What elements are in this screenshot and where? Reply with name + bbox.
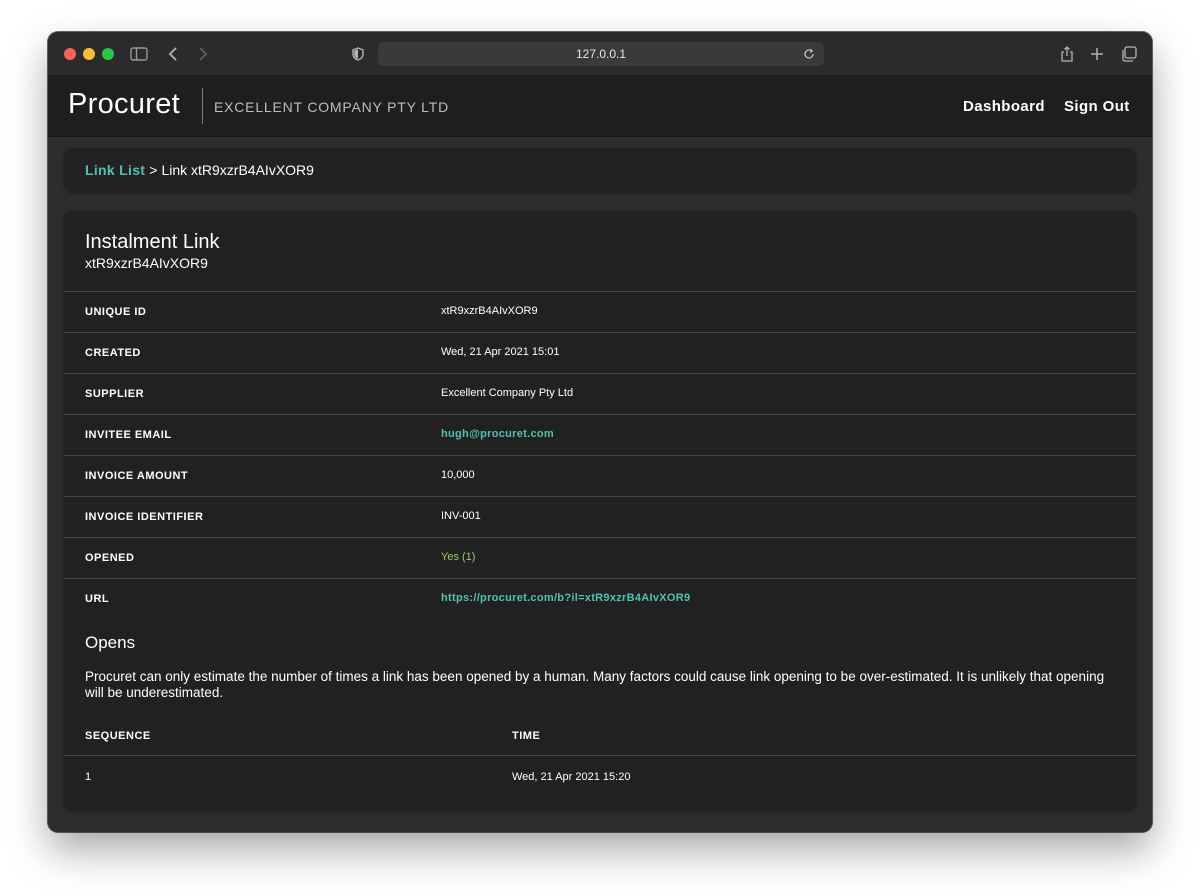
detail-row-url: URL https://procuret.com/b?il=xtR9xzrB4A… bbox=[64, 578, 1136, 619]
breadcrumb-link-list[interactable]: Link List bbox=[85, 162, 145, 178]
share-icon[interactable] bbox=[1056, 43, 1078, 65]
app-header: Procuret EXCELLENT COMPANY PTY LTD Dashb… bbox=[48, 76, 1152, 137]
detail-label: OPENED bbox=[85, 552, 135, 564]
invitee-email-link[interactable]: hugh@procuret.com bbox=[441, 428, 554, 440]
close-window-button[interactable] bbox=[64, 48, 76, 60]
breadcrumb-separator: > bbox=[149, 162, 158, 178]
detail-label: CREATED bbox=[85, 347, 141, 359]
detail-row-supplier: SUPPLIER Excellent Company Pty Ltd bbox=[64, 373, 1136, 414]
detail-row-created: CREATED Wed, 21 Apr 2021 15:01 bbox=[64, 332, 1136, 373]
dashboard-link[interactable]: Dashboard bbox=[963, 98, 1045, 115]
address-bar[interactable]: 127.0.0.1 bbox=[378, 42, 824, 66]
opens-heading: Opens bbox=[85, 633, 136, 652]
detail-value: Excellent Company Pty Ltd bbox=[441, 387, 574, 399]
reload-icon[interactable] bbox=[800, 45, 818, 63]
opens-table-header: SEQUENCE TIME bbox=[64, 715, 1136, 756]
detail-row-unique-id: UNIQUE ID xtR9xzrB4AIvXOR9 bbox=[64, 291, 1136, 332]
breadcrumb-current: Link xtR9xzrB4AIvXOR9 bbox=[161, 162, 314, 178]
detail-value: 10,000 bbox=[441, 469, 475, 481]
card-subtitle: xtR9xzrB4AIvXOR9 bbox=[85, 255, 208, 271]
address-url: 127.0.0.1 bbox=[575, 47, 627, 61]
detail-label: INVITEE EMAIL bbox=[85, 429, 172, 441]
detail-label: INVOICE IDENTIFIER bbox=[85, 511, 204, 523]
detail-label: SUPPLIER bbox=[85, 388, 145, 400]
sequence-cell: 1 bbox=[85, 771, 92, 783]
breadcrumb: Link List > Link xtR9xzrB4AIvXOR9 bbox=[64, 148, 1136, 192]
opens-table: SEQUENCE TIME 1 Wed, 21 Apr 2021 15:20 bbox=[64, 715, 1136, 797]
detail-label: UNIQUE ID bbox=[85, 306, 147, 318]
logo-divider bbox=[202, 88, 203, 124]
new-tab-icon[interactable] bbox=[1086, 43, 1108, 65]
opened-status: Yes (1) bbox=[441, 551, 476, 563]
detail-value: xtR9xzrB4AIvXOR9 bbox=[441, 305, 538, 317]
column-header-sequence: SEQUENCE bbox=[85, 730, 151, 742]
column-header-time: TIME bbox=[512, 730, 541, 742]
company-name: EXCELLENT COMPANY PTY LTD bbox=[214, 99, 449, 115]
tabs-overview-icon[interactable] bbox=[1118, 43, 1140, 65]
link-detail-card: Instalment Link xtR9xzrB4AIvXOR9 UNIQUE … bbox=[64, 211, 1136, 811]
detail-value: INV-001 bbox=[441, 510, 481, 522]
forward-icon[interactable] bbox=[192, 43, 214, 65]
link-details-table: UNIQUE ID xtR9xzrB4AIvXOR9 CREATED Wed, … bbox=[64, 291, 1136, 619]
detail-row-invitee-email: INVITEE EMAIL hugh@procuret.com bbox=[64, 414, 1136, 455]
detail-value: Wed, 21 Apr 2021 15:01 bbox=[441, 346, 560, 358]
shield-icon[interactable] bbox=[347, 43, 369, 65]
detail-label: URL bbox=[85, 593, 110, 605]
browser-window: 127.0.0.1 Procuret EXCELLENT COMPANY PTY… bbox=[48, 32, 1152, 832]
procuret-logo[interactable]: Procuret bbox=[68, 88, 180, 121]
opens-description: Procuret can only estimate the number of… bbox=[85, 669, 1105, 700]
detail-row-invoice-amount: INVOICE AMOUNT 10,000 bbox=[64, 455, 1136, 496]
table-row: 1 Wed, 21 Apr 2021 15:20 bbox=[64, 756, 1136, 797]
sidebar-icon[interactable] bbox=[128, 43, 150, 65]
detail-label: INVOICE AMOUNT bbox=[85, 470, 189, 482]
instalment-url-link[interactable]: https://procuret.com/b?il=xtR9xzrB4AIvXO… bbox=[441, 592, 690, 604]
browser-toolbar: 127.0.0.1 bbox=[48, 32, 1152, 76]
back-icon[interactable] bbox=[162, 43, 184, 65]
detail-row-opened: OPENED Yes (1) bbox=[64, 537, 1136, 578]
minimize-window-button[interactable] bbox=[83, 48, 95, 60]
page-content: Procuret EXCELLENT COMPANY PTY LTD Dashb… bbox=[48, 76, 1152, 832]
card-title: Instalment Link bbox=[85, 231, 220, 253]
time-cell: Wed, 21 Apr 2021 15:20 bbox=[512, 771, 631, 783]
zoom-window-button[interactable] bbox=[102, 48, 114, 60]
sign-out-link[interactable]: Sign Out bbox=[1064, 98, 1130, 115]
detail-row-invoice-identifier: INVOICE IDENTIFIER INV-001 bbox=[64, 496, 1136, 537]
